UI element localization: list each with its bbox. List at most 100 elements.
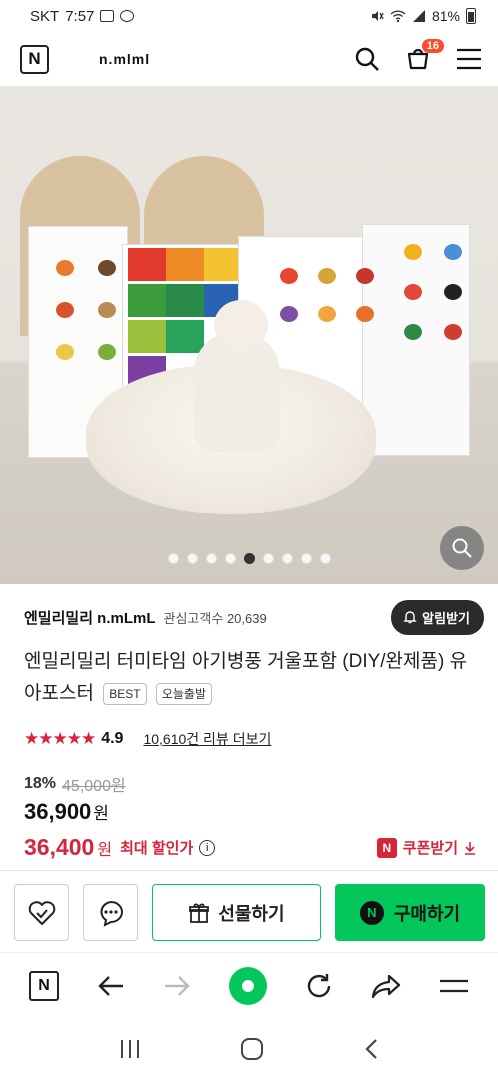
baby-figure — [194, 332, 280, 452]
search-icon[interactable] — [354, 46, 380, 72]
refresh-icon[interactable] — [305, 972, 333, 1000]
home-icon[interactable] — [240, 1037, 264, 1061]
star-rating-icon: ★★★★★ — [24, 729, 96, 748]
zoom-button[interactable] — [440, 526, 484, 570]
clock: 7:57 — [65, 7, 95, 25]
buy-button[interactable]: N 구매하기 — [335, 884, 485, 941]
discount-row: 18% 45,000원 — [24, 772, 126, 796]
recent-apps-icon[interactable] — [119, 1039, 141, 1059]
battery-percent: 81% — [431, 8, 460, 24]
carousel-dot[interactable] — [300, 553, 312, 564]
android-back-icon[interactable] — [363, 1038, 379, 1060]
sale-price-unit: 원 — [93, 804, 109, 823]
naver-logo-button[interactable]: N — [20, 44, 49, 74]
download-arrow-icon — [465, 841, 475, 855]
max-discount-price: 36,400 — [24, 834, 95, 860]
color-block — [166, 284, 204, 317]
sale-price: 36,900 — [24, 799, 92, 824]
product-title-block: 엔밀리밀리 터미타임 아기병풍 거울포함 (DIY/완제품) 유아포스터 BES… — [24, 646, 484, 710]
wishlist-icon — [28, 900, 55, 925]
divider — [0, 870, 498, 871]
zoom-icon — [452, 538, 472, 558]
bell-icon — [403, 611, 417, 624]
header-icons: 16 — [354, 39, 482, 73]
carousel-dot[interactable] — [281, 553, 293, 564]
color-block — [128, 248, 166, 281]
battery-icon — [466, 8, 476, 24]
discount-percent: 18% — [24, 775, 57, 792]
fans-label: 관심고객수 — [163, 610, 224, 626]
rating-value: 4.9 — [101, 730, 124, 747]
color-block — [166, 248, 204, 281]
rating-row: ★★★★★ 4.9 10,610건 리뷰 더보기 — [24, 727, 271, 751]
color-block — [128, 320, 166, 353]
today-ship-tag: 오늘출발 — [155, 682, 212, 705]
info-icon[interactable]: i — [199, 839, 216, 856]
alarm-subscribe-button[interactable]: 알림받기 — [391, 599, 484, 635]
chat-button[interactable] — [83, 884, 138, 941]
purchase-action-bar: 선물하기 N 구매하기 — [14, 884, 485, 941]
app-notification-icon — [120, 10, 135, 22]
max-discount-row: 36,400 원 최대 할인가 i N 쿠폰받기 — [24, 834, 476, 861]
android-navigation-bar — [0, 1018, 498, 1080]
buy-label: 구매하기 — [393, 903, 461, 924]
coupon-button[interactable]: N 쿠폰받기 — [376, 837, 476, 858]
gift-label: 선물하기 — [218, 903, 285, 924]
carousel-dot-active[interactable] — [243, 553, 255, 564]
status-bar: SKT 7:57 81% — [0, 0, 498, 32]
review-link[interactable]: 10,610건 리뷰 더보기 — [143, 729, 271, 749]
wifi-icon — [390, 10, 406, 23]
coupon-label: 쿠폰받기 — [402, 840, 458, 857]
carousel-dots — [0, 553, 498, 564]
max-discount-label: 최대 할인가 — [120, 840, 194, 857]
wishlist-button[interactable] — [14, 884, 69, 941]
status-left: SKT 7:57 — [30, 7, 135, 25]
store-row: 엔밀리밀리 n.mLmL 관심고객수 20,639 알림받기 — [24, 598, 484, 636]
veggie-illustrations — [56, 260, 116, 360]
menu-icon[interactable] — [456, 48, 482, 70]
carousel-dot[interactable] — [224, 553, 236, 564]
fruit-illustrations — [280, 268, 374, 322]
max-discount-unit: 원 — [97, 841, 113, 859]
carrier-label: SKT — [30, 7, 60, 25]
best-tag: BEST — [103, 682, 147, 705]
store-brand-logo[interactable]: n.mlml — [99, 51, 150, 67]
mute-icon — [371, 11, 384, 21]
browser-toolbar: N — [0, 952, 498, 1018]
cart-count-badge: 16 — [421, 39, 444, 53]
app-header: N n.mlml 16 — [0, 32, 498, 86]
carousel-dot[interactable] — [319, 553, 331, 564]
symbol-illustrations — [404, 244, 462, 340]
naver-n-icon: N — [376, 837, 397, 858]
product-title: 엔밀리밀리 터미타임 아기병풍 거울포함 (DIY/완제품) 유아포스터 — [24, 651, 468, 704]
share-icon[interactable] — [371, 973, 401, 999]
carousel-dot[interactable] — [262, 553, 274, 564]
alarm-label: 알림받기 — [422, 610, 470, 626]
naver-pay-icon: N — [359, 900, 384, 925]
gift-icon — [189, 902, 210, 923]
status-right: 81% — [370, 8, 476, 24]
carousel-dot[interactable] — [167, 553, 179, 564]
fans-info: 관심고객수 20,639 — [164, 608, 267, 627]
original-price: 45,000원 — [62, 778, 126, 795]
signal-icon — [412, 10, 425, 22]
color-block — [128, 284, 166, 317]
gallery-notification-icon — [100, 10, 115, 22]
color-block — [204, 248, 242, 281]
chat-icon — [99, 900, 123, 927]
browser-menu-icon[interactable] — [439, 978, 469, 994]
carousel-dot[interactable] — [186, 553, 198, 564]
baby-head — [214, 300, 268, 350]
color-block — [166, 320, 204, 353]
store-name[interactable]: 엔밀리밀리 n.mLmL — [24, 607, 156, 628]
naver-home-button[interactable]: N — [29, 970, 59, 1001]
carousel-dot[interactable] — [205, 553, 217, 564]
back-icon[interactable] — [97, 974, 125, 998]
cart-button[interactable]: 16 — [404, 39, 444, 73]
forward-icon[interactable] — [163, 974, 191, 998]
sale-price-block: 36,900 원 — [24, 799, 109, 825]
gift-button[interactable]: 선물하기 — [152, 884, 321, 941]
naver-green-dot-button[interactable] — [229, 966, 267, 1005]
product-image-carousel[interactable] — [0, 86, 498, 584]
fans-count: 20,639 — [226, 610, 267, 626]
